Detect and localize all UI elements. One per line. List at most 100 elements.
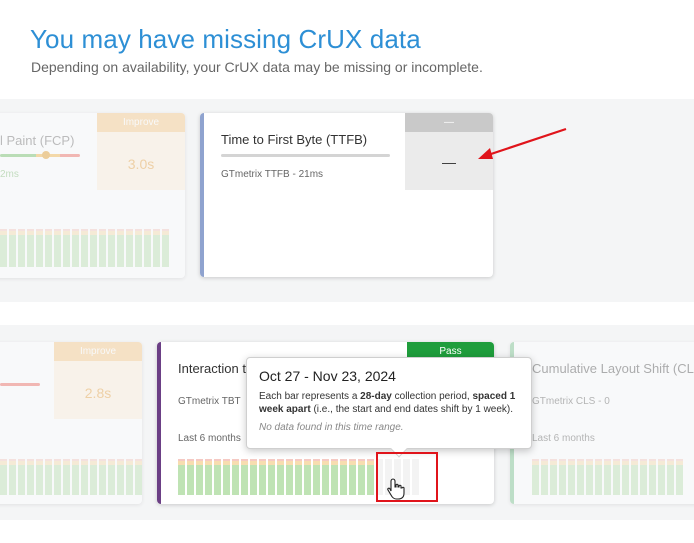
fcp-grade-label: Improve [97, 113, 185, 132]
history-bar[interactable] [631, 459, 638, 495]
history-bar[interactable] [349, 459, 356, 495]
history-bar[interactable] [162, 229, 169, 267]
history-bar[interactable] [250, 459, 257, 495]
history-bar[interactable] [126, 459, 133, 495]
history-bar[interactable] [295, 459, 302, 495]
cls-card[interactable]: Cumulative Layout Shift (CLS GTmetrix CL… [510, 342, 694, 504]
history-bar[interactable] [322, 459, 329, 495]
history-bar[interactable] [640, 459, 647, 495]
history-bar[interactable] [676, 459, 683, 495]
history-bar[interactable] [63, 229, 70, 267]
history-bar[interactable] [367, 459, 374, 495]
history-bar[interactable] [550, 459, 557, 495]
history-bar[interactable] [667, 459, 674, 495]
history-bar[interactable] [27, 229, 34, 267]
history-bar[interactable] [259, 459, 266, 495]
history-bar[interactable] [36, 229, 43, 267]
history-bar[interactable] [223, 459, 230, 495]
left-range-indicator [0, 383, 40, 386]
inp-card-accent [157, 342, 161, 504]
history-bar[interactable] [178, 459, 185, 495]
history-bar[interactable] [99, 229, 106, 267]
history-bar[interactable] [577, 459, 584, 495]
tooltip-body-bold-1: 28-day [360, 391, 392, 402]
inp-range-label: Last 6 months [178, 433, 241, 444]
history-bar[interactable] [135, 459, 142, 495]
cls-card-subtext: GTmetrix CLS - 0 [532, 396, 610, 407]
history-bar[interactable] [9, 459, 16, 495]
history-bar[interactable] [268, 459, 275, 495]
tooltip-body-text-3: (i.e., the start and end dates shift by … [310, 404, 514, 415]
fcp-card[interactable]: l Paint (FCP) 2ms Improve 3.0s [0, 113, 185, 278]
history-bar[interactable] [559, 459, 566, 495]
history-bar[interactable] [36, 459, 43, 495]
history-bar[interactable] [45, 459, 52, 495]
history-bar[interactable] [81, 459, 88, 495]
history-bar[interactable] [331, 459, 338, 495]
history-bar[interactable] [214, 459, 221, 495]
history-bar[interactable] [153, 229, 160, 267]
history-bar[interactable] [358, 459, 365, 495]
fcp-card-subtext: 2ms [0, 169, 19, 180]
history-bar[interactable] [18, 459, 25, 495]
ttfb-card-subtext: GTmetrix TTFB - 21ms [221, 169, 324, 180]
history-bar[interactable] [117, 229, 124, 267]
fcp-range-marker [42, 151, 50, 159]
history-bar[interactable] [286, 459, 293, 495]
history-bar[interactable] [45, 229, 52, 267]
history-bar[interactable] [81, 229, 88, 267]
history-bar[interactable] [622, 459, 629, 495]
inp-card-subtext: GTmetrix TBT [178, 396, 241, 407]
cls-history-bars [532, 458, 683, 495]
history-bar[interactable] [604, 459, 611, 495]
metric-card-left[interactable]: Improve 2.8s [0, 342, 142, 504]
history-bar[interactable] [568, 459, 575, 495]
history-bar[interactable] [90, 459, 97, 495]
left-grade: Improve 2.8s [54, 342, 142, 419]
history-bar[interactable] [658, 459, 665, 495]
history-bar[interactable] [72, 459, 79, 495]
history-bar[interactable] [0, 459, 7, 495]
history-bar[interactable] [613, 459, 620, 495]
history-bar[interactable] [586, 459, 593, 495]
history-bar[interactable] [72, 229, 79, 267]
history-bar[interactable] [99, 459, 106, 495]
history-bar[interactable] [649, 459, 656, 495]
history-bar[interactable] [126, 229, 133, 267]
red-highlight-box [376, 452, 438, 502]
history-bar[interactable] [9, 229, 16, 267]
history-bar[interactable] [205, 459, 212, 495]
left-history-bars [0, 457, 142, 495]
history-bar[interactable] [18, 229, 25, 267]
inp-card-title: Interaction t [178, 361, 246, 376]
history-bar[interactable] [277, 459, 284, 495]
history-bar[interactable] [144, 229, 151, 267]
history-bar[interactable] [196, 459, 203, 495]
history-bar[interactable] [595, 459, 602, 495]
cls-card-title: Cumulative Layout Shift (CLS [532, 361, 694, 376]
history-bar[interactable] [232, 459, 239, 495]
history-bar[interactable] [313, 459, 320, 495]
tooltip-note: No data found in this time range. [259, 422, 404, 433]
history-bar[interactable] [541, 459, 548, 495]
history-bar[interactable] [117, 459, 124, 495]
history-bar[interactable] [241, 459, 248, 495]
tooltip-body-text-1: Each bar represents a [259, 391, 361, 402]
history-bar[interactable] [90, 229, 97, 267]
history-bar[interactable] [187, 459, 194, 495]
history-bar[interactable] [63, 459, 70, 495]
history-bar[interactable] [108, 459, 115, 495]
history-bar[interactable] [108, 229, 115, 267]
history-bar[interactable] [340, 459, 347, 495]
tooltip-body-text-2: collection period, [391, 391, 473, 402]
history-bar[interactable] [54, 229, 61, 267]
history-bar[interactable] [54, 459, 61, 495]
history-bar[interactable] [532, 459, 539, 495]
history-bar[interactable] [27, 459, 34, 495]
history-bar[interactable] [0, 229, 7, 267]
ttfb-card[interactable]: Time to First Byte (TTFB) GTmetrix TTFB … [200, 113, 493, 277]
date-range-tooltip: Oct 27 - Nov 23, 2024 Each bar represent… [246, 357, 532, 458]
history-bar[interactable] [135, 229, 142, 267]
history-bar[interactable] [304, 459, 311, 495]
page-title: You may have missing CrUX data [30, 24, 421, 54]
